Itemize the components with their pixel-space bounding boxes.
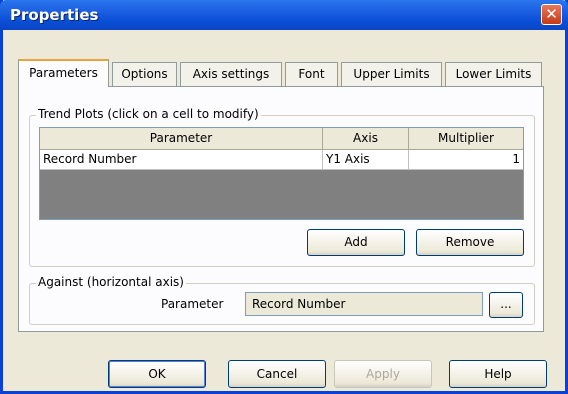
remove-button[interactable]: Remove bbox=[416, 229, 524, 256]
parameter-label: Parameter bbox=[161, 297, 224, 311]
cancel-button[interactable]: Cancel bbox=[228, 360, 326, 388]
tab-options[interactable]: Options bbox=[112, 62, 177, 86]
browse-button[interactable]: ... bbox=[489, 292, 523, 318]
tab-font[interactable]: Font bbox=[285, 62, 338, 86]
close-icon[interactable]: ✕ bbox=[541, 4, 562, 25]
trend-plots-label: Trend Plots (click on a cell to modify) bbox=[36, 107, 261, 121]
against-label: Against (horizontal axis) bbox=[36, 275, 186, 289]
cell-multiplier[interactable]: 1 bbox=[409, 150, 523, 170]
trend-plots-grid[interactable]: Parameter Axis Multiplier Record Number … bbox=[39, 127, 524, 220]
column-header-multiplier[interactable]: Multiplier bbox=[409, 128, 523, 150]
help-button[interactable]: Help bbox=[449, 360, 547, 388]
tab-parameters[interactable]: Parameters bbox=[18, 59, 109, 87]
cell-axis[interactable]: Y1 Axis bbox=[323, 150, 409, 170]
window-title: Properties bbox=[10, 6, 99, 24]
grid-header: Parameter Axis Multiplier bbox=[40, 128, 523, 150]
apply-button[interactable]: Apply bbox=[334, 360, 432, 388]
cell-parameter[interactable]: Record Number bbox=[40, 150, 323, 170]
tab-upper-limits[interactable]: Upper Limits bbox=[341, 62, 442, 86]
ok-button[interactable]: OK bbox=[108, 360, 206, 388]
tab-lower-limits[interactable]: Lower Limits bbox=[445, 62, 542, 86]
tab-axis-settings[interactable]: Axis settings bbox=[180, 62, 282, 86]
column-header-parameter[interactable]: Parameter bbox=[40, 128, 323, 150]
title-bar[interactable]: Properties ✕ bbox=[0, 0, 568, 30]
against-parameter-field[interactable]: Record Number bbox=[245, 292, 483, 316]
table-row[interactable]: Record Number Y1 Axis 1 bbox=[40, 150, 523, 170]
column-header-axis[interactable]: Axis bbox=[323, 128, 409, 150]
add-button[interactable]: Add bbox=[307, 229, 405, 256]
